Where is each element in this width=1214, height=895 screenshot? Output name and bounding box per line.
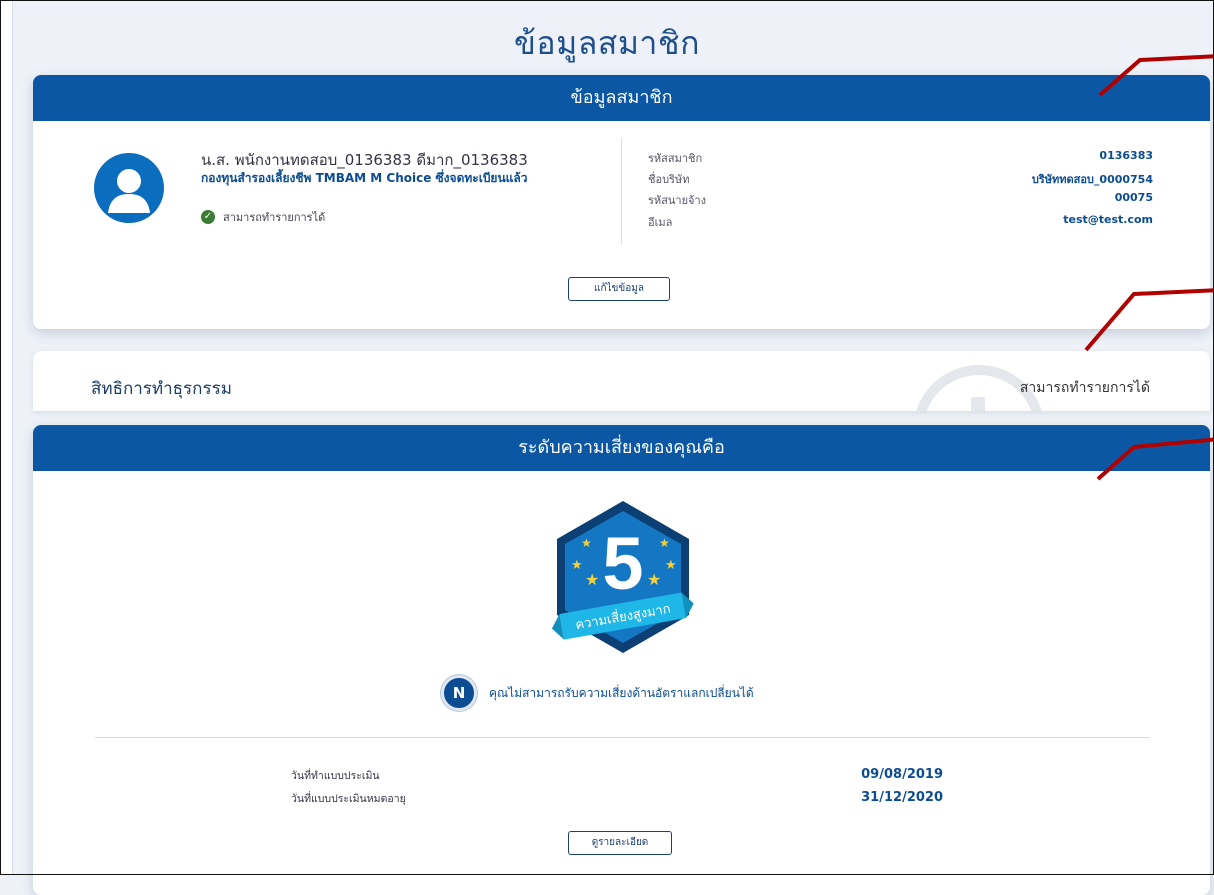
fx-badge: N <box>441 675 477 711</box>
view-details-button[interactable]: ดูรายละเอียด <box>568 831 672 855</box>
horizontal-divider <box>95 737 1150 738</box>
field-member-id: รหัสสมาชิก 0136383 <box>648 149 1153 167</box>
risk-level-card: ระดับความเสี่ยงของคุณคือ 5 ★ ★ ★ ★ ★ ★ ค… <box>33 425 1210 895</box>
field-value: 00075 <box>1114 191 1153 204</box>
field-email: อีเมล test@test.com <box>648 213 1153 231</box>
vertical-divider <box>621 139 622 244</box>
field-value: test@test.com <box>1063 213 1153 226</box>
member-card-header: ข้อมูลสมาชิก <box>33 75 1210 121</box>
field-value: 0136383 <box>1099 149 1153 162</box>
date-value: 09/08/2019 <box>861 767 943 782</box>
edit-info-button[interactable]: แก้ไขข้อมูล <box>568 277 670 301</box>
date-label: วันที่แบบประเมินหมดอายุ <box>291 793 406 805</box>
member-status: ✓ สามารถทำรายการได้ <box>201 208 325 226</box>
annotation-arrow-2 <box>1084 288 1214 352</box>
check-circle-icon: ✓ <box>201 210 215 224</box>
fund-plan-name: กองทุนสำรองเลี้ยงชีพ TMBAM M Choice ซึ่ง… <box>201 171 528 185</box>
svg-text:★: ★ <box>659 536 670 550</box>
field-label: อีเมล <box>648 216 673 229</box>
assessment-date-row: วันที่ทำแบบประเมิน 09/08/2019 <box>291 767 943 784</box>
member-info-card: ข้อมูลสมาชิก น.ส. พนักงานทดสอบ_0136383 ด… <box>33 75 1210 329</box>
svg-text:★: ★ <box>581 536 592 550</box>
field-value: บริษัททดสอบ_0000754 <box>1031 173 1153 186</box>
field-label: รหัสนายจ้าง <box>648 194 707 207</box>
field-company: ชื่อบริษัท บริษัททดสอบ_0000754 <box>648 170 1153 188</box>
svg-text:★: ★ <box>585 570 599 589</box>
avatar-icon <box>94 153 164 223</box>
risk-hexagon-icon: 5 ★ ★ ★ ★ ★ ★ ความเสี่ยงสูงมาก <box>551 501 694 653</box>
risk-level-badge: 5 ★ ★ ★ ★ ★ ★ ความเสี่ยงสูงมาก <box>543 497 703 661</box>
svg-text:★: ★ <box>571 558 583 573</box>
member-name: น.ส. พนักงานทดสอบ_0136383 ดีมาก_0136383 <box>201 151 528 169</box>
risk-card-header: ระดับความเสี่ยงของคุณคือ <box>33 425 1210 471</box>
field-employer-id: รหัสนายจ้าง 00075 <box>648 191 1153 209</box>
svg-text:★: ★ <box>647 570 661 589</box>
field-label: รหัสสมาชิก <box>648 152 703 165</box>
annotation-arrow-3 <box>1096 437 1214 481</box>
rights-label: สิทธิการทำธุรกรรม <box>91 379 232 399</box>
svg-text:★: ★ <box>665 558 677 573</box>
annotation-arrow-1 <box>1098 54 1214 97</box>
fx-risk-message-row: N คุณไม่สามารถรับความเสี่ยงด้านอัตราแลกเ… <box>441 675 754 711</box>
risk-level-number: 5 <box>602 522 643 605</box>
page-title: ข้อมูลสมาชิก <box>514 24 700 62</box>
rights-value: สามารถทำรายการได้ <box>1019 380 1150 396</box>
date-label: วันที่ทำแบบประเมิน <box>291 770 380 782</box>
field-label: ชื่อบริษัท <box>648 173 690 186</box>
date-value: 31/12/2020 <box>861 790 943 805</box>
transaction-rights-row: สิทธิการทำธุรกรรม สามารถทำรายการได้ <box>33 351 1210 411</box>
expiry-date-row: วันที่แบบประเมินหมดอายุ 31/12/2020 <box>291 790 943 807</box>
fx-risk-message: คุณไม่สามารถรับความเสี่ยงด้านอัตราแลกเปล… <box>489 685 754 700</box>
left-edge-panel <box>0 0 13 875</box>
member-status-text: สามารถทำรายการได้ <box>223 211 326 224</box>
